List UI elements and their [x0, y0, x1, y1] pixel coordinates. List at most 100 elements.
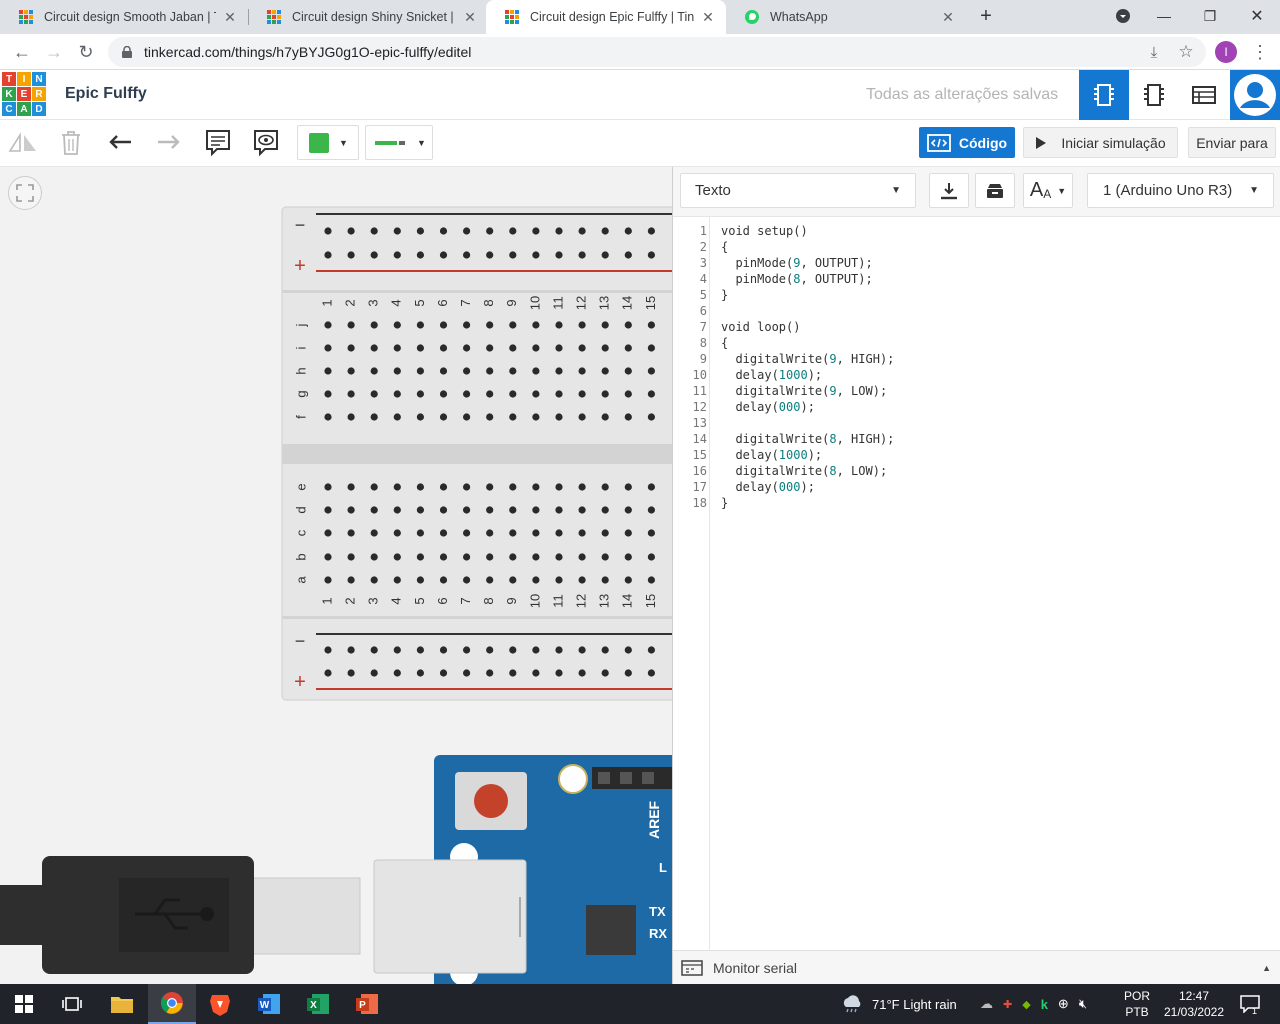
chrome-icon[interactable] [148, 984, 196, 1024]
breadboard-hole[interactable] [601, 390, 609, 398]
breadboard-hole[interactable] [624, 227, 632, 235]
breadboard-hole[interactable] [463, 367, 471, 375]
breadboard-hole[interactable] [532, 669, 540, 677]
volume-muted-icon[interactable]: 🔇︎ [1079, 996, 1087, 1012]
breadboard-hole[interactable] [416, 344, 424, 352]
toggle-notes-visibility-icon[interactable] [251, 128, 281, 158]
breadboard-hole[interactable] [532, 529, 540, 537]
code-line[interactable]: digitalWrite(9, HIGH); [721, 351, 894, 367]
security-icon[interactable]: ✚ [1003, 998, 1012, 1011]
network-off-icon[interactable]: ☁ [980, 996, 993, 1012]
breadboard-hole[interactable] [624, 646, 632, 654]
component-select[interactable]: 1 (Arduino Uno R3) ▼ [1087, 173, 1274, 208]
close-tab-icon[interactable]: ✕ [940, 9, 956, 26]
breadboard-hole[interactable] [624, 251, 632, 259]
breadboard-hole[interactable] [347, 483, 355, 491]
wire-color-picker[interactable]: ▼ [365, 125, 433, 160]
breadboard-hole[interactable] [416, 390, 424, 398]
breadboard-hole[interactable] [624, 576, 632, 584]
breadboard-hole[interactable] [463, 506, 471, 514]
brave-icon[interactable] [196, 984, 244, 1024]
reload-icon[interactable]: ↻ [72, 38, 100, 66]
breadboard-hole[interactable] [393, 553, 401, 561]
code-line[interactable]: delay(1000); [721, 447, 822, 463]
globe-icon[interactable]: ⊕ [1058, 996, 1069, 1012]
breadboard-hole[interactable] [601, 506, 609, 514]
breadboard-hole[interactable] [578, 321, 586, 329]
breadboard-hole[interactable] [347, 413, 355, 421]
breadboard-hole[interactable] [601, 529, 609, 537]
tab-search-icon[interactable] [1100, 0, 1146, 32]
breadboard-hole[interactable] [578, 367, 586, 375]
breadboard-hole[interactable] [439, 646, 448, 654]
schematic-view-icon[interactable] [1129, 70, 1179, 120]
breadboard-hole[interactable] [601, 553, 609, 561]
breadboard-hole[interactable] [463, 251, 471, 259]
breadboard-hole[interactable] [347, 506, 355, 514]
breadboard-hole[interactable] [393, 576, 401, 584]
breadboard-hole[interactable] [624, 529, 632, 537]
breadboard-hole[interactable] [601, 483, 609, 491]
breadboard-hole[interactable] [509, 529, 517, 537]
breadboard-hole[interactable] [509, 367, 517, 375]
breadboard-hole[interactable] [324, 251, 332, 259]
back-icon[interactable]: ← [8, 38, 36, 66]
breadboard-hole[interactable] [624, 390, 632, 398]
breadboard-hole[interactable] [578, 344, 586, 352]
breadboard-hole[interactable] [486, 646, 494, 654]
close-window-icon[interactable]: ✕ [1234, 0, 1280, 32]
code-line[interactable]: void loop() [721, 319, 800, 335]
breadboard-hole[interactable] [578, 646, 586, 654]
breadboard-hole[interactable] [601, 646, 609, 654]
breadboard-hole[interactable] [370, 390, 378, 398]
breadboard-hole[interactable] [463, 529, 471, 537]
breadboard-hole[interactable] [370, 576, 378, 584]
breadboard-hole[interactable] [509, 669, 517, 677]
breadboard-hole[interactable] [532, 646, 540, 654]
breadboard-hole[interactable] [647, 413, 656, 421]
breadboard-hole[interactable] [486, 251, 494, 259]
code-line[interactable]: { [721, 335, 728, 351]
breadboard-hole[interactable] [439, 483, 448, 491]
breadboard-hole[interactable] [393, 367, 401, 375]
component-list-icon[interactable] [1179, 70, 1229, 120]
breadboard-hole[interactable] [578, 529, 586, 537]
breadboard-hole[interactable] [370, 227, 378, 235]
breadboard-hole[interactable] [439, 553, 448, 561]
breadboard-hole[interactable] [532, 506, 540, 514]
breadboard-hole[interactable] [555, 227, 563, 235]
breadboard-hole[interactable] [324, 367, 332, 375]
breadboard-hole[interactable] [624, 367, 632, 375]
breadboard-hole[interactable] [578, 413, 586, 421]
breadboard-hole[interactable] [439, 413, 448, 421]
code-line[interactable]: delay(1000); [721, 367, 822, 383]
code-line[interactable]: delay(000); [721, 399, 815, 415]
breadboard-hole[interactable] [647, 251, 656, 259]
breadboard-hole[interactable] [370, 646, 378, 654]
breadboard-hole[interactable] [393, 344, 401, 352]
code-line[interactable]: delay(000); [721, 479, 815, 495]
expand-up-icon[interactable]: ▲ [1262, 963, 1271, 973]
breadboard-hole[interactable] [347, 321, 355, 329]
breadboard-hole[interactable] [347, 669, 355, 677]
breadboard-hole[interactable] [486, 576, 494, 584]
breadboard-hole[interactable] [393, 506, 401, 514]
breadboard-hole[interactable] [647, 321, 656, 329]
breadboard-hole[interactable] [601, 227, 609, 235]
breadboard-hole[interactable] [532, 367, 540, 375]
code-line[interactable]: } [721, 287, 728, 303]
bookmark-star-icon[interactable]: ☆ [1172, 38, 1200, 66]
breadboard-hole[interactable] [416, 576, 424, 584]
breadboard-hole[interactable] [555, 251, 563, 259]
code-editor[interactable]: void setup(){ pinMode(9, OUTPUT); pinMod… [711, 217, 1280, 950]
breadboard-hole[interactable] [601, 413, 609, 421]
nvidia-icon[interactable]: ◆ [1022, 998, 1030, 1011]
breadboard-hole[interactable] [647, 553, 656, 561]
breadboard-hole[interactable] [439, 529, 448, 537]
breadboard-hole[interactable] [601, 251, 609, 259]
breadboard-hole[interactable] [463, 227, 471, 235]
circuit-canvas[interactable]: − + − + j i h g f e d c b a 1 1 2 2 3 3 4 4 5 5 6 6 7 7 8 8 9 9 10 10… [0, 167, 672, 984]
breadboard-hole[interactable] [393, 483, 401, 491]
breadboard-hole[interactable] [324, 646, 332, 654]
breadboard-hole[interactable] [647, 227, 656, 235]
